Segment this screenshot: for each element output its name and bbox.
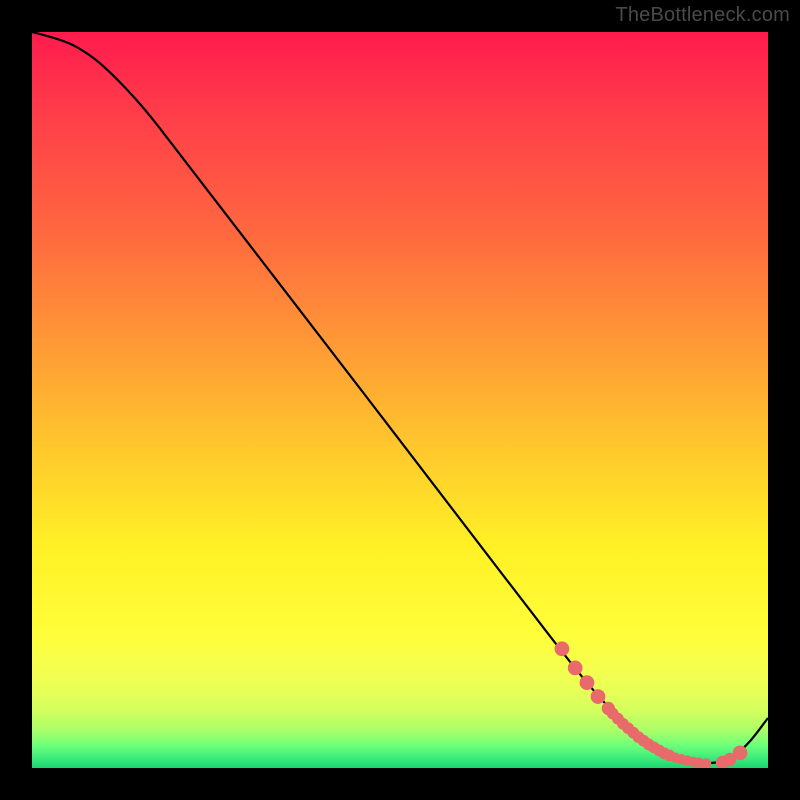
data-marker [591,689,606,704]
curve-layer [32,32,768,768]
bottleneck-curve [32,32,768,763]
data-marker [733,746,748,761]
data-marker [580,675,595,690]
plot-area [32,32,768,768]
data-marker [568,661,583,676]
data-marker [555,641,570,656]
watermark-text: TheBottleneck.com [615,4,790,27]
chart-container: TheBottleneck.com [0,0,800,800]
